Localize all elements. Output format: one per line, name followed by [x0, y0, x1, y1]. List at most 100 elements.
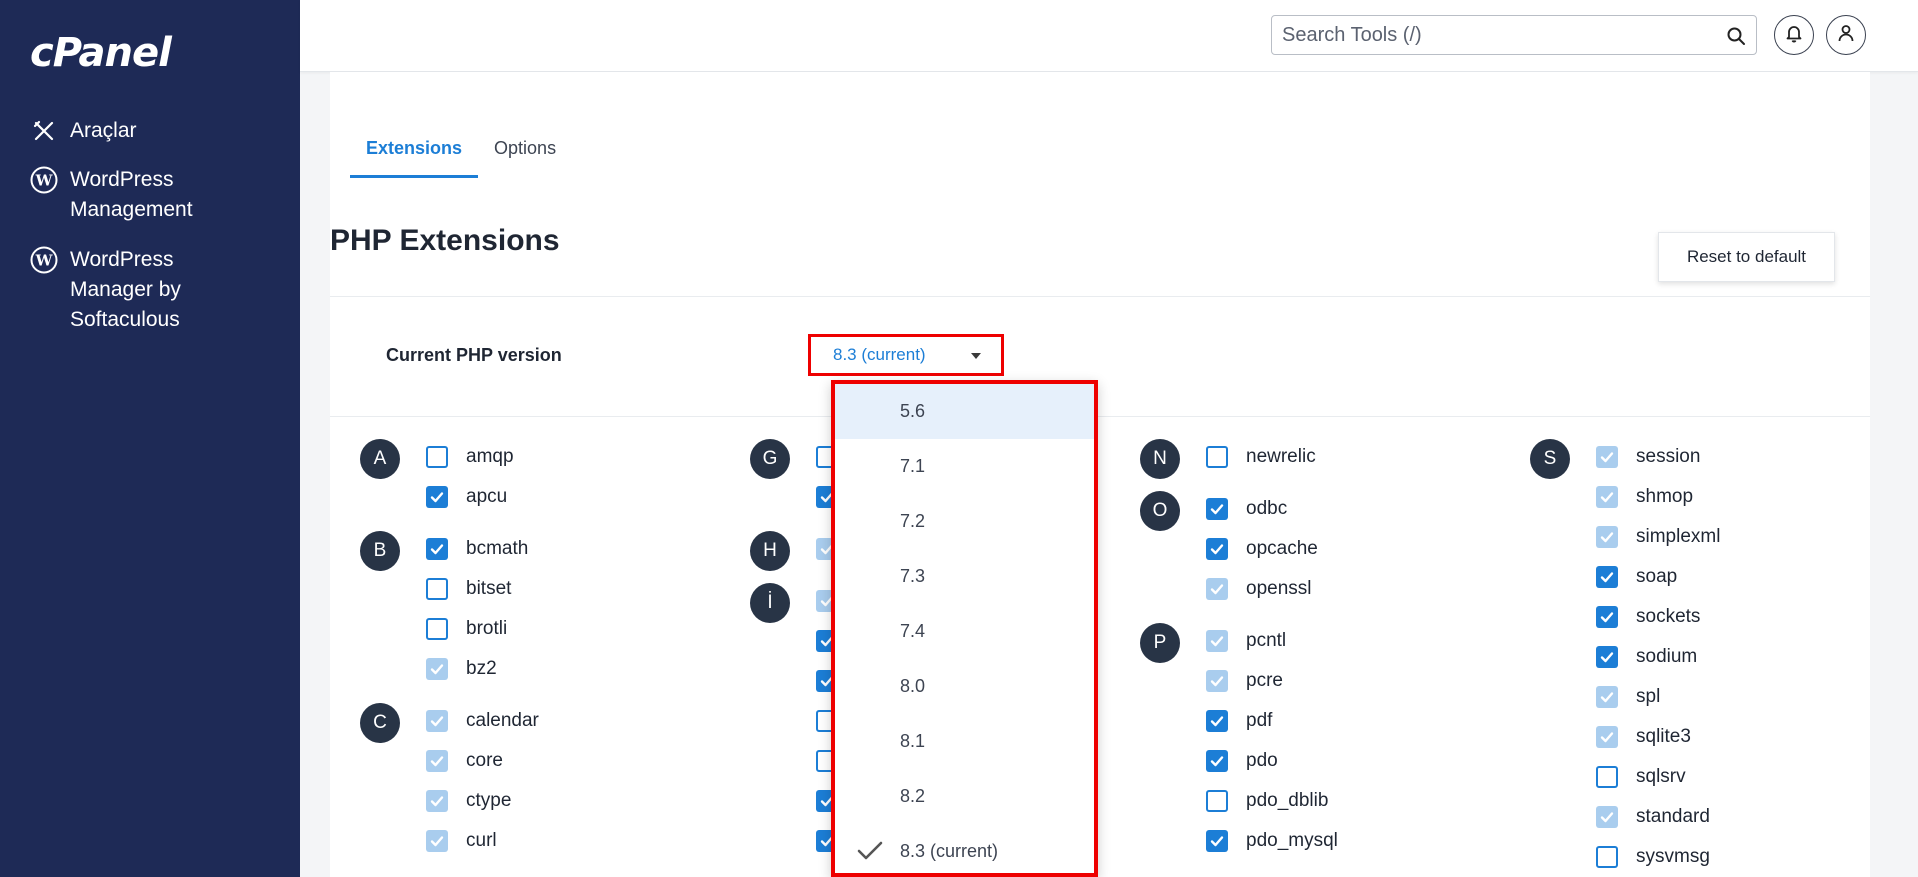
extension-item[interactable]: pcre — [1206, 669, 1283, 693]
version-option[interactable]: 5.6 — [835, 384, 1094, 439]
extension-item[interactable]: newrelic — [1206, 445, 1316, 469]
extension-label: pdf — [1246, 710, 1273, 731]
letter-marker: S — [1530, 439, 1570, 479]
extension-checkbox[interactable] — [1596, 646, 1618, 668]
extension-checkbox[interactable] — [1206, 538, 1228, 560]
extension-item[interactable]: session — [1596, 445, 1700, 469]
letter-marker: A — [360, 439, 400, 479]
extension-item[interactable]: odbc — [1206, 497, 1287, 521]
search-input[interactable] — [1272, 16, 1712, 54]
extension-item[interactable]: pdo_mysql — [1206, 829, 1338, 853]
extension-item[interactable]: ctype — [426, 789, 511, 813]
tab-extensions[interactable]: Extensions — [350, 130, 479, 178]
extension-item[interactable]: sqlite3 — [1596, 725, 1691, 749]
extension-label: sqlite3 — [1636, 726, 1691, 747]
version-option[interactable]: 8.0 — [835, 659, 1094, 714]
extension-item[interactable]: sqlsrv — [1596, 765, 1686, 789]
extension-checkbox[interactable] — [426, 446, 448, 468]
extension-checkbox[interactable] — [1206, 710, 1228, 732]
extension-checkbox[interactable] — [1206, 446, 1228, 468]
letter-marker: B — [360, 531, 400, 571]
extension-item[interactable]: amqp — [426, 445, 514, 469]
extension-item[interactable]: pcntl — [1206, 629, 1286, 653]
sidebar-item-tools[interactable]: Araçlar — [30, 116, 137, 146]
extension-item[interactable]: pdo_dblib — [1206, 789, 1328, 813]
version-option[interactable]: 8.1 — [835, 714, 1094, 769]
divider — [330, 416, 1870, 417]
letter-marker: H — [750, 531, 790, 571]
search-box[interactable] — [1271, 15, 1757, 55]
extension-label: brotli — [466, 618, 508, 639]
extension-item[interactable]: sysvmsg — [1596, 845, 1710, 869]
extension-checkbox[interactable] — [1596, 566, 1618, 588]
version-option[interactable]: 7.4 — [835, 604, 1094, 659]
extension-item[interactable]: apcu — [426, 485, 507, 509]
cpanel-logo[interactable]: cPanel — [30, 30, 172, 76]
extension-item[interactable]: core — [426, 749, 503, 773]
tab-options[interactable]: Options — [478, 130, 572, 178]
version-option[interactable]: 7.2 — [835, 494, 1094, 549]
extension-label: sockets — [1636, 606, 1701, 627]
extension-item[interactable]: standard — [1596, 805, 1710, 829]
version-option[interactable]: 8.3 (current) — [835, 824, 1094, 873]
extension-item[interactable]: calendar — [426, 709, 539, 733]
extension-label: bz2 — [466, 658, 497, 679]
extension-label: amqp — [466, 446, 514, 467]
version-option-label: 7.3 — [900, 566, 926, 586]
version-option[interactable]: 7.3 — [835, 549, 1094, 604]
main-panel: Extensions Options PHP Extensions Reset … — [330, 72, 1870, 877]
extension-checkbox — [1596, 446, 1618, 468]
version-option[interactable]: 8.2 — [835, 769, 1094, 824]
letter-marker: P — [1140, 623, 1180, 663]
extension-item[interactable]: simplexml — [1596, 525, 1720, 549]
extension-checkbox[interactable] — [1596, 606, 1618, 628]
php-version-value: 8.3 (current) — [833, 345, 926, 364]
extension-checkbox[interactable] — [426, 618, 448, 640]
extension-label: shmop — [1636, 486, 1694, 507]
extension-item[interactable]: curl — [426, 829, 497, 853]
divider — [330, 296, 1870, 297]
extension-label: sysvmsg — [1636, 846, 1710, 867]
extension-item[interactable]: soap — [1596, 565, 1677, 589]
extension-checkbox[interactable] — [1206, 790, 1228, 812]
extension-checkbox[interactable] — [426, 486, 448, 508]
extension-checkbox[interactable] — [426, 578, 448, 600]
extension-item[interactable]: spl — [1596, 685, 1660, 709]
version-option-label: 7.4 — [900, 621, 926, 641]
version-option-label: 8.3 (current) — [900, 841, 999, 861]
svg-text:W: W — [35, 172, 54, 190]
notifications-button[interactable] — [1774, 15, 1814, 55]
extension-checkbox — [426, 750, 448, 772]
extension-item[interactable]: pdf — [1206, 709, 1272, 733]
extension-item[interactable]: brotli — [426, 617, 507, 641]
extension-item[interactable]: openssl — [1206, 577, 1312, 601]
reset-to-default-button[interactable]: Reset to default — [1658, 232, 1835, 282]
extension-item[interactable]: shmop — [1596, 485, 1693, 509]
wordpress-icon: W — [30, 246, 58, 274]
extension-checkbox[interactable] — [1206, 750, 1228, 772]
extension-checkbox[interactable] — [1596, 766, 1618, 788]
extension-item[interactable]: pdo — [1206, 749, 1278, 773]
extension-item[interactable]: bcmath — [426, 537, 528, 561]
extension-item[interactable]: opcache — [1206, 537, 1318, 561]
user-menu-button[interactable] — [1826, 15, 1866, 55]
sidebar-item-wordpress-manager-softaculous[interactable]: W WordPress Manager by Softaculous — [30, 245, 181, 335]
extension-item[interactable]: bz2 — [426, 657, 497, 681]
extension-checkbox[interactable] — [1206, 830, 1228, 852]
extension-checkbox[interactable] — [1206, 498, 1228, 520]
search-icon[interactable] — [1726, 26, 1746, 46]
letter-marker: C — [360, 703, 400, 743]
sidebar-item-wordpress-management[interactable]: W WordPress Management — [30, 165, 193, 225]
extension-item[interactable]: sockets — [1596, 605, 1700, 629]
extension-item[interactable]: bitset — [426, 577, 511, 601]
php-version-select[interactable]: 8.3 (current) — [808, 334, 1004, 376]
extension-checkbox[interactable] — [1596, 846, 1618, 868]
extension-item[interactable]: sodium — [1596, 645, 1697, 669]
extension-label: bcmath — [466, 538, 529, 559]
top-bar — [300, 0, 1918, 72]
chevron-down-icon — [971, 353, 981, 359]
tools-icon — [30, 117, 58, 145]
extension-checkbox[interactable] — [426, 538, 448, 560]
version-option-label: 8.0 — [900, 676, 926, 696]
version-option[interactable]: 7.1 — [835, 439, 1094, 494]
